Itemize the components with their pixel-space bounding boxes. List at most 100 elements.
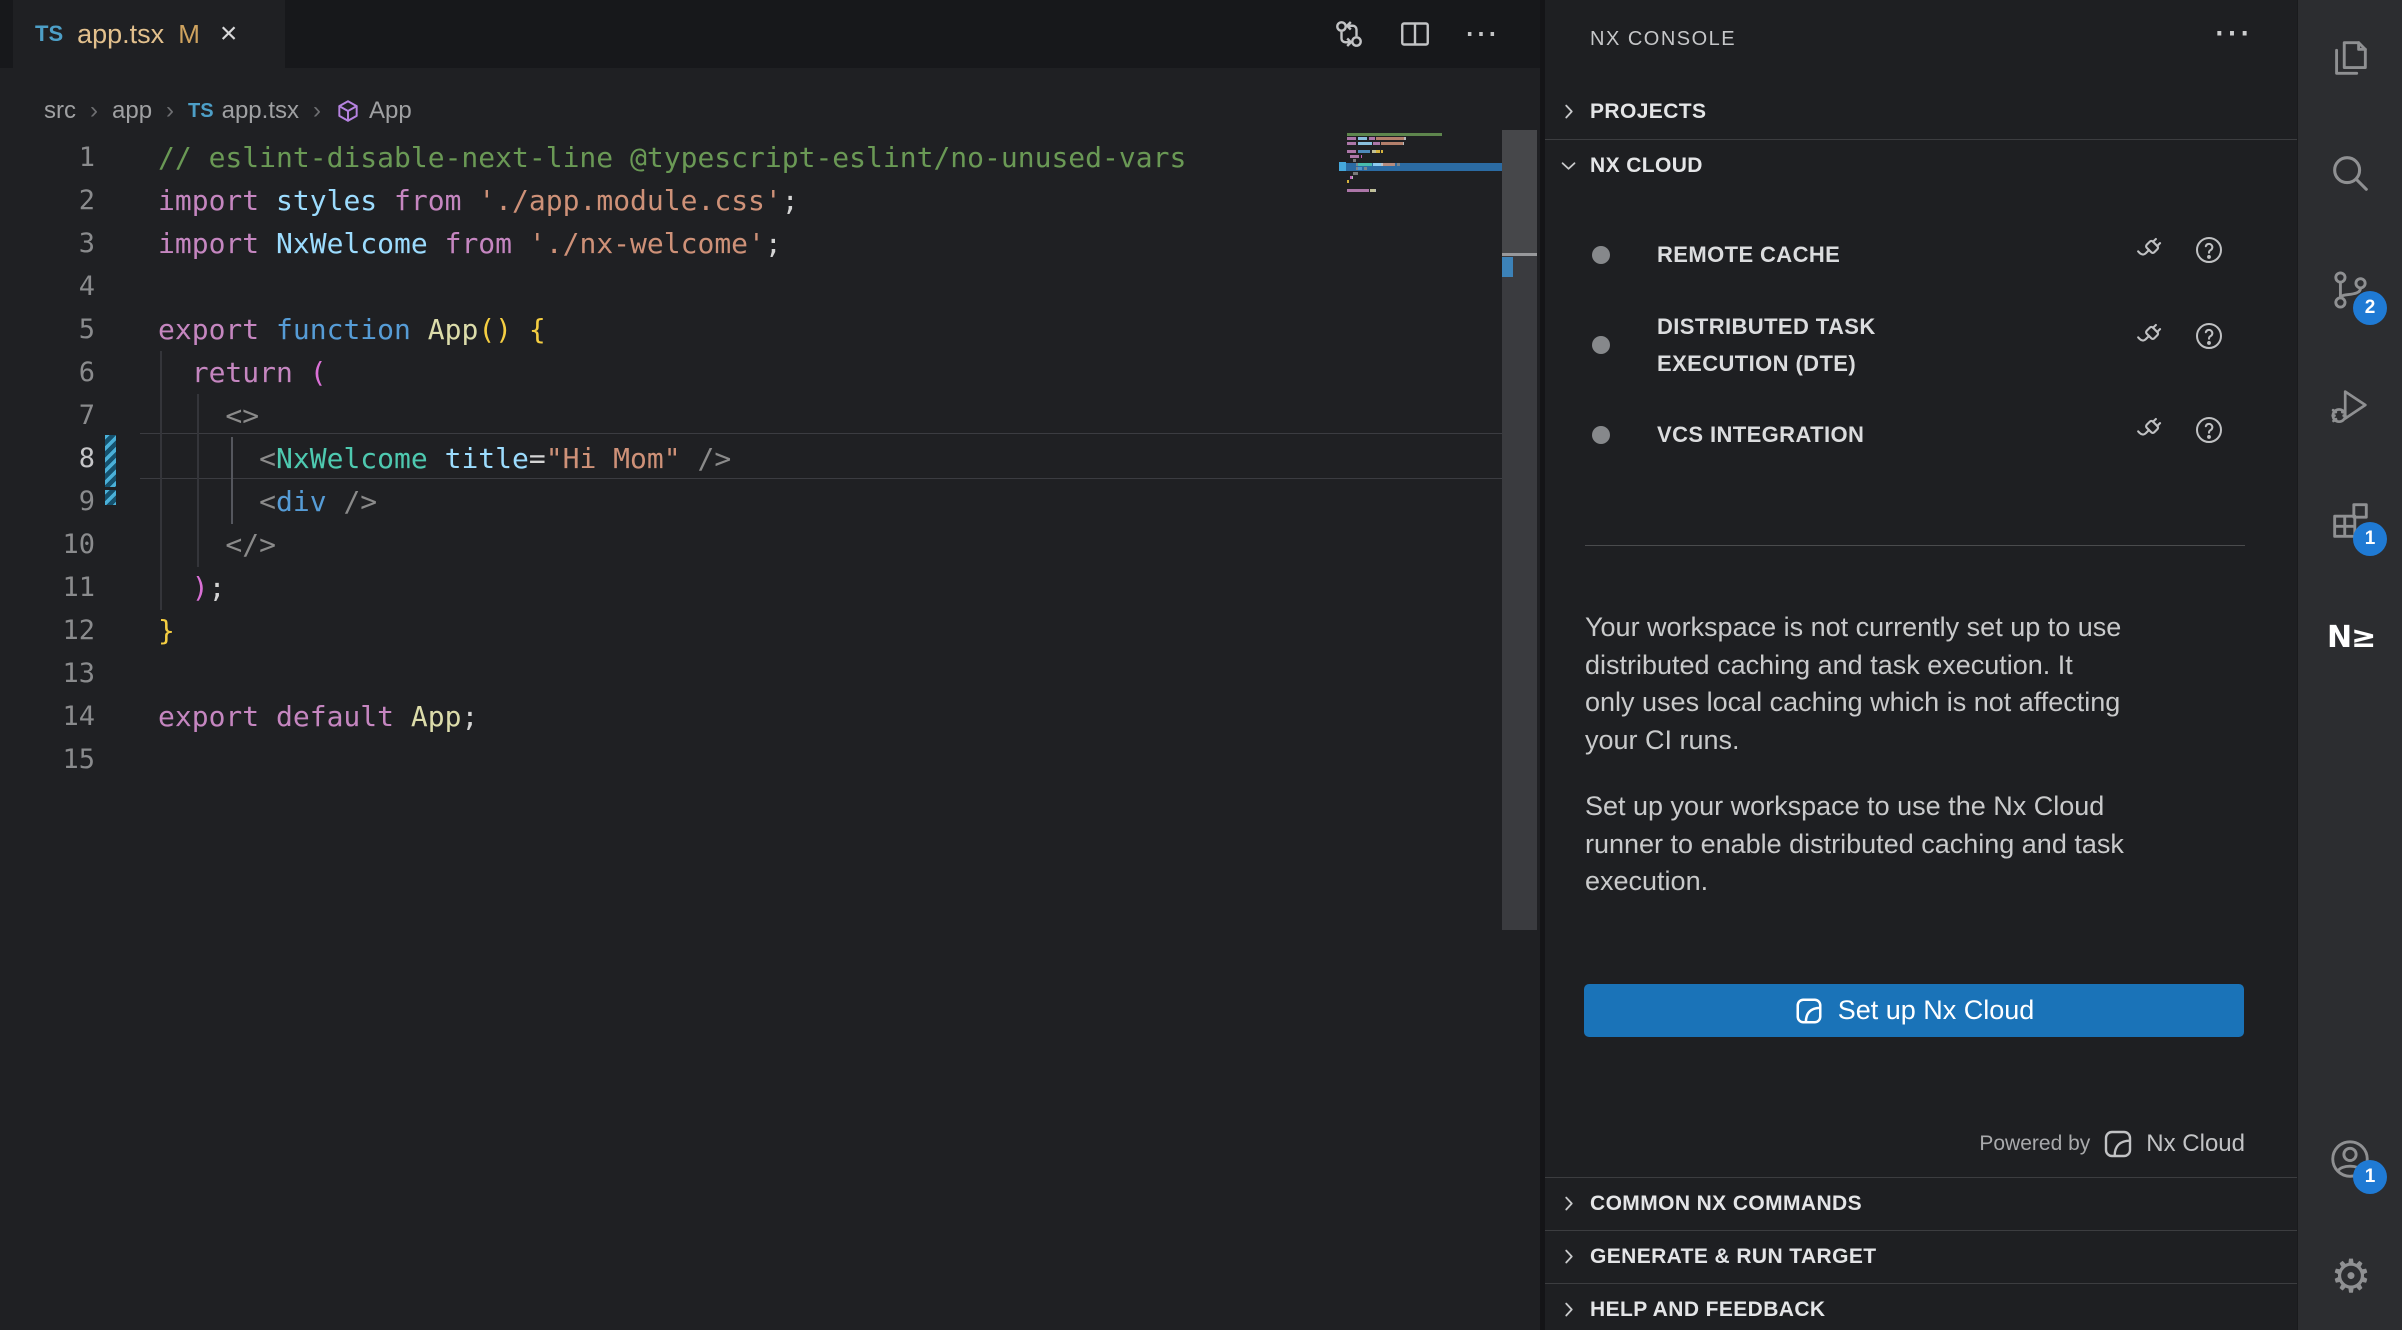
nx-cloud-icon (2102, 1128, 2134, 1160)
scrollbar-separator (1502, 253, 1537, 256)
more-actions-icon[interactable]: ⋯ (1462, 15, 1500, 53)
status-dot-icon (1592, 426, 1610, 444)
activity-item-nx-console[interactable]: N≥ (2327, 613, 2375, 661)
minimap-line (1347, 172, 1358, 175)
nx-console-panel: NX CONSOLE ⋯ PROJECTS NX CLOUD REMOTE CAC… (1545, 0, 2297, 1330)
chevron-right-icon (1558, 1193, 1580, 1215)
chevron-right-icon (1558, 1299, 1580, 1321)
code-line-11[interactable]: 11 ); (0, 566, 1540, 609)
cloud-item-remote-cache[interactable]: REMOTE CACHE (1545, 225, 2297, 285)
code-text: ); (158, 566, 225, 609)
section-header-common-nx-commands[interactable]: COMMON NX COMMANDS (1545, 1177, 2297, 1230)
code-line-5[interactable]: 5export function App() { (0, 308, 1540, 351)
line-number: 6 (0, 351, 95, 394)
help-circle-icon[interactable] (2193, 320, 2227, 354)
activity-item-run-debug[interactable] (2327, 383, 2375, 431)
activity-bar: 2 1 N≥ 1 ⚙ (2297, 0, 2402, 1330)
line-number: 11 (0, 566, 95, 609)
code-text: <> (158, 394, 259, 437)
tab-label: app.tsx (77, 19, 164, 50)
section-header-generate-run-target[interactable]: GENERATE & RUN TARGET (1545, 1230, 2297, 1283)
section-label: COMMON NX COMMANDS (1590, 1192, 1862, 1216)
line-number: 7 (0, 394, 95, 437)
code-line-4[interactable]: 4 (0, 265, 1540, 308)
open-changes-icon[interactable] (1330, 15, 1368, 53)
panel-more-icon[interactable]: ⋯ (2213, 10, 2253, 55)
connect-plug-icon[interactable] (2133, 234, 2167, 268)
line-number: 12 (0, 609, 95, 652)
breadcrumb-separator: › (166, 97, 174, 125)
connect-plug-icon[interactable] (2133, 320, 2167, 354)
activity-item-search[interactable] (2327, 150, 2375, 198)
chevron-right-icon (1558, 1246, 1580, 1268)
tab-bar: TS app.tsx M × ⋯ (0, 0, 1540, 68)
ts-file-icon: TS (35, 21, 63, 47)
code-line-2[interactable]: 2import styles from './app.module.css'; (0, 179, 1540, 222)
section-header-help-and-feedback[interactable]: HELP AND FEEDBACK (1545, 1283, 2297, 1330)
code-line-13[interactable]: 13 (0, 652, 1540, 695)
panel-title: NX CONSOLE (1590, 28, 1736, 51)
symbol-class-icon (335, 98, 361, 124)
section-label: NX CLOUD (1590, 154, 1703, 178)
code-line-6[interactable]: 6 return ( (0, 351, 1540, 394)
breadcrumb-item-app[interactable]: App (335, 97, 412, 125)
code-line-9[interactable]: 9 <div /> (0, 480, 1540, 523)
section-label: PROJECTS (1590, 100, 1706, 124)
tab-app-tsx[interactable]: TS app.tsx M × (13, 0, 285, 68)
code-line-8[interactable]: 8 <NxWelcome title="Hi Mom" /> (0, 437, 1540, 480)
cloud-item-distributed-task[interactable]: DISTRIBUTED TASK EXECUTION (DTE) (1545, 309, 2297, 382)
ts-file-icon: TS (188, 100, 214, 123)
code-line-15[interactable]: 15 (0, 738, 1540, 781)
activity-item-extensions[interactable]: 1 (2327, 498, 2375, 546)
line-number: 15 (0, 738, 95, 781)
line-number: 10 (0, 523, 95, 566)
connect-plug-icon[interactable] (2133, 414, 2167, 448)
chevron-down-icon (1558, 155, 1580, 177)
minimap[interactable] (1347, 133, 1500, 199)
code-line-14[interactable]: 14export default App; (0, 695, 1540, 738)
setup-nx-cloud-button[interactable]: Set up Nx Cloud (1584, 984, 2244, 1037)
help-circle-icon[interactable] (2193, 234, 2227, 268)
line-number: 2 (0, 179, 95, 222)
code-line-1[interactable]: 1// eslint-disable-next-line @typescript… (0, 136, 1540, 179)
code-text: } (158, 609, 175, 652)
section-header-nx-cloud[interactable]: NX CLOUD (1545, 139, 2297, 192)
editor-scrollbar[interactable] (1502, 130, 1537, 930)
activity-item-account[interactable]: 1 (2327, 1136, 2375, 1184)
divider (1585, 545, 2245, 546)
breadcrumb-label: src (44, 97, 76, 125)
breadcrumb: src›app›TSapp.tsx›App (44, 92, 412, 130)
code-text: <NxWelcome title="Hi Mom" /> (158, 437, 731, 480)
code-line-7[interactable]: 7 <> (0, 394, 1540, 437)
minimap-line (1347, 189, 1376, 192)
breadcrumb-label: App (369, 97, 412, 125)
activity-item-explorer[interactable] (2327, 34, 2375, 82)
code-text: <div /> (158, 480, 377, 523)
minimap-modified-marker (1339, 162, 1346, 171)
breadcrumb-item-app-tsx[interactable]: TSapp.tsx (188, 97, 299, 125)
section-header-projects[interactable]: PROJECTS (1545, 85, 2297, 138)
code-line-12[interactable]: 12} (0, 609, 1540, 652)
status-dot-icon (1592, 246, 1610, 264)
code-line-10[interactable]: 10 </> (0, 523, 1540, 566)
breadcrumb-item-app[interactable]: app (112, 97, 152, 125)
scrollbar-thumb[interactable] (1502, 130, 1537, 254)
breadcrumb-item-src[interactable]: src (44, 97, 76, 125)
explorer-icon (2327, 67, 2373, 84)
activity-item-source-control[interactable]: 2 (2327, 267, 2375, 315)
activity-item-settings[interactable]: ⚙ (2327, 1252, 2375, 1300)
code-line-3[interactable]: 3import NxWelcome from './nx-welcome'; (0, 222, 1540, 265)
help-circle-icon[interactable] (2193, 414, 2227, 448)
search-icon (2327, 183, 2373, 200)
minimap-line (1347, 176, 1353, 179)
cloud-item-vcs-integration[interactable]: VCS INTEGRATION (1545, 405, 2297, 465)
line-number: 9 (0, 480, 95, 523)
split-editor-icon[interactable] (1396, 15, 1434, 53)
code-text: export function App() { (158, 308, 546, 351)
close-icon[interactable]: × (220, 17, 238, 51)
cloud-item-label: DISTRIBUTED TASK EXECUTION (DTE) (1657, 309, 1876, 382)
code-text: export default App; (158, 695, 478, 738)
powered-by-label: Powered by (1979, 1132, 2090, 1156)
minimap-line (1347, 180, 1349, 183)
minimap-line (1347, 159, 1356, 162)
